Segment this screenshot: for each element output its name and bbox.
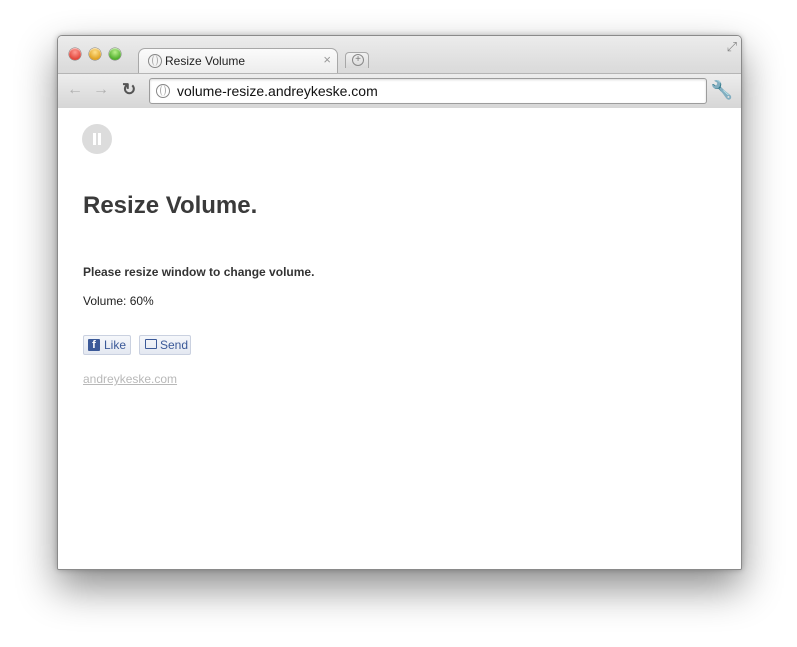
page-title: Resize Volume. [83,192,258,219]
site-link[interactable]: andreykeske.com [83,372,177,386]
browser-toolbar: ← → ↻ volume-resize.andreykeske.com 🔧 [58,73,741,108]
volume-label: Volume: 60% [83,294,154,308]
browser-window: Resize Volume × + ⤢ ← → ↻ volume-resize.… [57,35,742,570]
globe-icon [148,54,162,68]
url-text[interactable]: volume-resize.andreykeske.com [177,83,378,99]
volume-readout: Volume: 60% [83,294,154,308]
maximize-window-button[interactable] [109,48,121,60]
facebook-send-button[interactable]: Send [139,335,191,355]
fullscreen-icon[interactable]: ⤢ [727,39,737,55]
tab-title: Resize Volume [165,54,246,68]
tab-resize-volume[interactable]: Resize Volume × [138,48,338,74]
pause-icon[interactable] [82,124,112,154]
forward-arrow-icon[interactable]: → [93,81,109,99]
browser-chrome: Resize Volume × + ⤢ ← → ↻ volume-resize.… [58,36,741,108]
page-content: Resize Volume. Please resize window to c… [58,108,741,569]
back-arrow-icon[interactable]: ← [67,81,83,99]
facebook-like-button[interactable]: f Like [83,335,131,355]
new-tab-icon: + [352,54,364,66]
globe-icon [156,84,170,98]
address-bar[interactable]: volume-resize.andreykeske.com [149,78,707,104]
like-label: Like [104,338,127,352]
reload-icon[interactable]: ↻ [122,80,136,100]
wrench-icon[interactable]: 🔧 [711,80,733,101]
close-window-button[interactable] [69,48,81,60]
new-tab-button[interactable]: + [345,52,369,68]
tab-close-icon[interactable]: × [323,52,331,67]
send-label: Send [160,338,189,352]
facebook-icon: f [88,339,100,351]
instruction-text: Please resize window to change volume. [83,265,315,279]
minimize-window-button[interactable] [89,48,101,60]
speech-bubble-icon [145,339,157,349]
